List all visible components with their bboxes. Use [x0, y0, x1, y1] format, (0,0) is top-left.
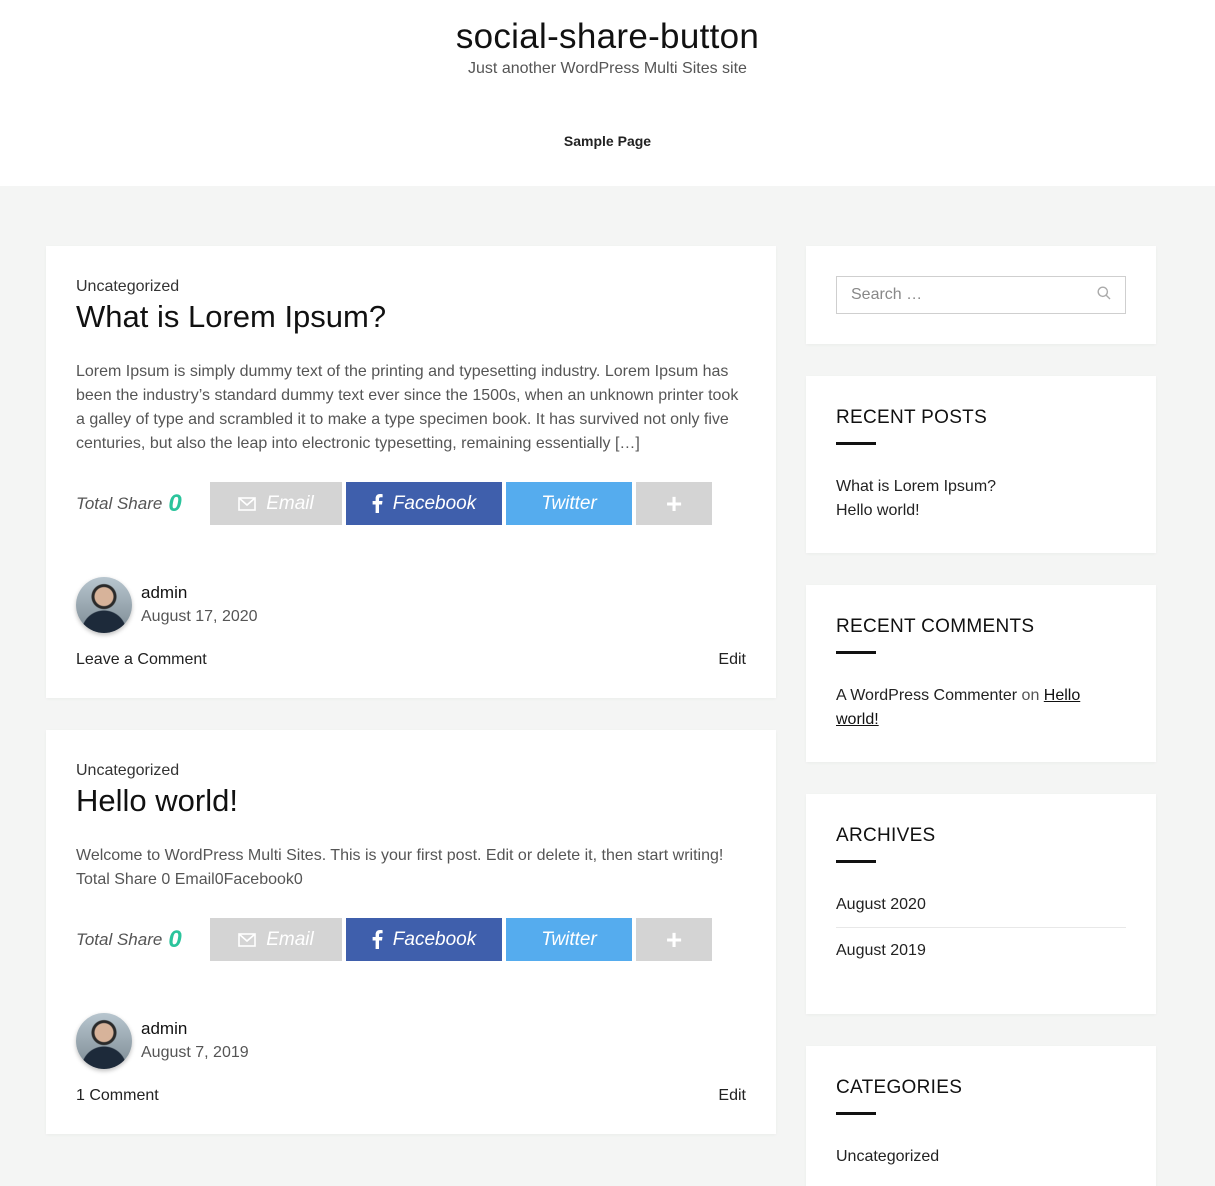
facebook-share-button[interactable]: Facebook: [346, 482, 502, 525]
post-category[interactable]: Uncategorized: [76, 760, 746, 782]
archive-link[interactable]: August 2019: [836, 942, 926, 959]
sidebar: Search … RECENT POSTS What is Lorem Ipsu…: [806, 246, 1156, 1186]
email-share-button[interactable]: Email: [210, 482, 342, 525]
archive-link[interactable]: August 2020: [836, 896, 926, 913]
envelope-icon: [238, 932, 257, 947]
post-list: Uncategorized What is Lorem Ipsum? Lorem…: [46, 246, 776, 1166]
site-header: social-share-button Just another WordPre…: [0, 0, 1215, 186]
facebook-icon: [372, 494, 383, 513]
site-description: Just another WordPress Multi Sites site: [468, 60, 747, 77]
facebook-share-label: Facebook: [392, 492, 477, 514]
post-card: Uncategorized What is Lorem Ipsum? Lorem…: [46, 246, 776, 698]
post-footer: Leave a Comment Edit: [76, 651, 746, 698]
widget-divider: [836, 1112, 876, 1115]
archives-widget: ARCHIVES August 2020 August 2019: [806, 794, 1156, 1014]
search-widget: Search …: [806, 246, 1156, 344]
nav-item-sample-page[interactable]: Sample Page: [564, 133, 651, 149]
facebook-share-button[interactable]: Facebook: [346, 918, 502, 961]
facebook-share-label: Facebook: [392, 928, 477, 950]
more-share-button[interactable]: +: [636, 918, 712, 961]
post-date[interactable]: August 7, 2019: [141, 1041, 249, 1065]
email-share-button[interactable]: Email: [210, 918, 342, 961]
search-icon[interactable]: [1097, 286, 1111, 305]
post-footer: 1 Comment Edit: [76, 1087, 746, 1134]
total-share-label: Total Share: [76, 493, 163, 513]
twitter-share-label: Twitter: [541, 928, 597, 950]
email-share-label: Email: [266, 492, 314, 514]
edit-link[interactable]: Edit: [718, 1087, 746, 1105]
author-name[interactable]: admin: [141, 1017, 249, 1041]
post-title[interactable]: Hello world!: [76, 782, 746, 820]
author-name[interactable]: admin: [141, 581, 258, 605]
search-input[interactable]: Search …: [836, 276, 1126, 314]
social-share-bar: Total Share 0 Email Facebook Twitter +: [76, 918, 746, 961]
social-share-bar: Total Share 0 Email Facebook Twitter +: [76, 482, 746, 525]
comment-item: A WordPress Commenter on Hello world!: [836, 684, 1126, 732]
post-card: Uncategorized Hello world! Welcome to Wo…: [46, 730, 776, 1134]
twitter-share-label: Twitter: [541, 492, 597, 514]
avatar[interactable]: [76, 577, 132, 633]
total-share-count: 0: [168, 489, 182, 517]
post-excerpt: Welcome to WordPress Multi Sites. This i…: [76, 847, 724, 888]
site-title[interactable]: social-share-button: [0, 0, 1215, 58]
widget-title: CATEGORIES: [836, 1077, 963, 1098]
envelope-icon: [238, 496, 257, 511]
comment-on: on: [1021, 687, 1040, 704]
edit-link[interactable]: Edit: [718, 651, 746, 669]
total-share-label: Total Share: [76, 929, 163, 949]
comments-link[interactable]: 1 Comment: [76, 1087, 159, 1105]
total-share-count: 0: [168, 925, 182, 953]
post-author: admin August 7, 2019: [76, 1013, 746, 1069]
widget-title: ARCHIVES: [836, 825, 936, 846]
recent-post-link[interactable]: Hello world!: [836, 502, 920, 519]
post-title[interactable]: What is Lorem Ipsum?: [76, 298, 746, 336]
widget-title: RECENT COMMENTS: [836, 616, 1035, 637]
twitter-share-button[interactable]: Twitter: [506, 482, 632, 525]
widget-divider: [836, 860, 876, 863]
email-share-label: Email: [266, 928, 314, 950]
twitter-share-button[interactable]: Twitter: [506, 918, 632, 961]
recent-posts-widget: RECENT POSTS What is Lorem Ipsum? Hello …: [806, 376, 1156, 553]
widget-title: RECENT POSTS: [836, 407, 988, 428]
more-share-button[interactable]: +: [636, 482, 712, 525]
post-date[interactable]: August 17, 2020: [141, 605, 258, 629]
main-nav: Sample Page: [0, 133, 1215, 151]
total-share: Total Share 0: [76, 926, 210, 954]
comment-author: A WordPress Commenter: [836, 687, 1018, 704]
categories-widget: CATEGORIES Uncategorized: [806, 1046, 1156, 1186]
post-author: admin August 17, 2020: [76, 577, 746, 633]
avatar[interactable]: [76, 1013, 132, 1069]
facebook-icon: [372, 930, 383, 949]
comments-link[interactable]: Leave a Comment: [76, 651, 207, 669]
recent-post-link[interactable]: What is Lorem Ipsum?: [836, 478, 996, 495]
post-excerpt: Lorem Ipsum is simply dummy text of the …: [76, 363, 739, 452]
widget-divider: [836, 442, 876, 445]
recent-comments-widget: RECENT COMMENTS A WordPress Commenter on…: [806, 585, 1156, 762]
total-share: Total Share 0: [76, 490, 210, 518]
category-link[interactable]: Uncategorized: [836, 1148, 939, 1165]
search-placeholder: Search …: [851, 286, 923, 303]
post-category[interactable]: Uncategorized: [76, 276, 746, 298]
widget-divider: [836, 651, 876, 654]
